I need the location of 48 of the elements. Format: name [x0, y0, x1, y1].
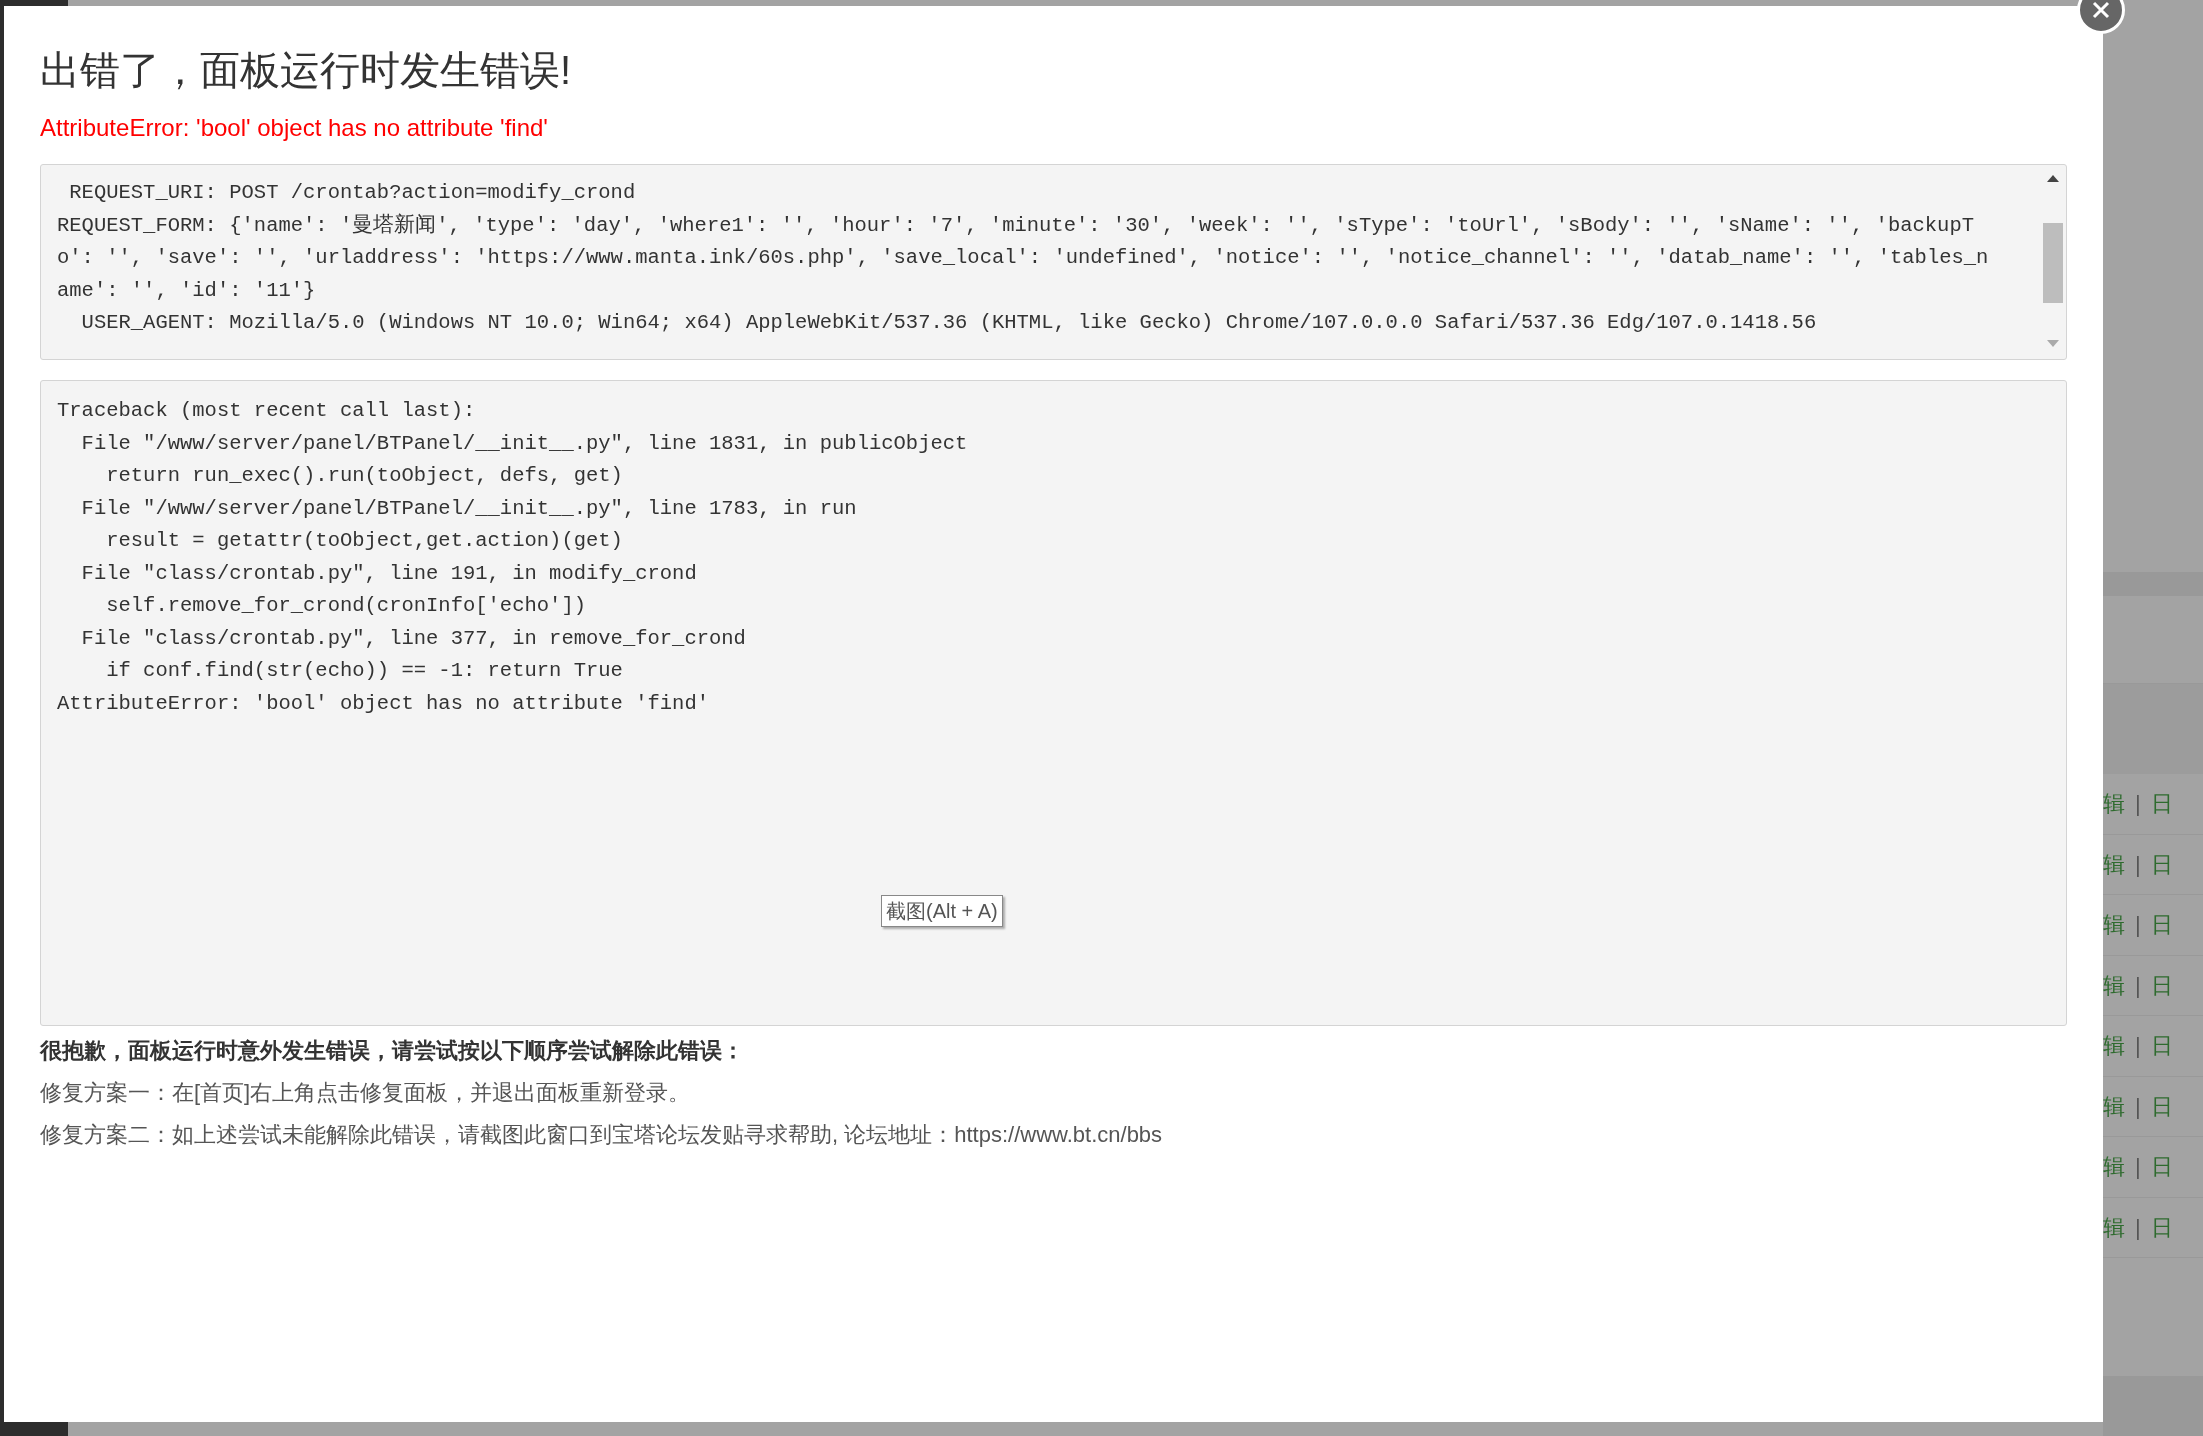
log-link[interactable]: 日 — [2150, 1089, 2173, 1123]
edit-link[interactable]: 辑 — [2103, 908, 2125, 942]
scrollbar-thumb[interactable] — [2043, 223, 2063, 303]
log-link[interactable]: 日 — [2150, 968, 2173, 1002]
log-link[interactable]: 日 — [2150, 1029, 2173, 1063]
separator: | — [2135, 1213, 2141, 1242]
tooltip: 截图(Alt + A) — [881, 895, 1003, 927]
log-link[interactable]: 日 — [2150, 1210, 2173, 1244]
log-link[interactable]: 日 — [2150, 787, 2173, 821]
traceback-line: Traceback (most recent call last): — [57, 398, 476, 424]
request-line: REQUEST_URI: POST /crontab?action=modify_crond — [68, 180, 636, 206]
help-heading: 很抱歉，面板运行时意外发生错误，请尝试按以下顺序尝试解除此错误： — [40, 1037, 745, 1065]
traceback-line: File "class/crontab.py", line 377, in remove_for_crond — [80, 625, 746, 652]
dialog-title: 出错了，面板运行时发生错误! — [40, 47, 573, 94]
edit-link[interactable]: 辑 — [2103, 847, 2125, 881]
traceback-line: File "/www/server/panel/BTPanel/__init__.py", line 1783, in run — [80, 495, 857, 522]
request-line: REQUEST_FORM: {'name': '曼塔新闻', 'type': 'day', 'where1': '', 'hour': '7', 'minute': '30', 'week': '', 'sType': 'toUrl', 'sBody': '', 'sName': '', 'backupT — [57, 212, 1974, 239]
traceback-line: File "class/crontab.py", line 191, in modify_crond — [80, 560, 697, 587]
separator: | — [2135, 790, 2141, 819]
edit-link[interactable]: 辑 — [2103, 968, 2125, 1002]
traceback-line: AttributeError: 'bool' object has no attribute 'find' — [57, 690, 709, 717]
separator: | — [2135, 971, 2141, 1000]
request-line: USER_AGENT: Mozilla/5.0 (Windows NT 10.0; Win64; x64) AppleWebKit/537.36 (KHTML, like Gecko) Chrome/107.0.0.0 Safari/537.36 Edg/107.0.1418.56 — [80, 310, 1817, 336]
traceback-line: File "/www/server/panel/BTPanel/__init__.py", line 1831, in publicObject — [80, 430, 968, 457]
separator: | — [2135, 850, 2141, 879]
log-link[interactable]: 日 — [2150, 847, 2173, 881]
close-icon[interactable] — [2091, 0, 2111, 20]
edit-link[interactable]: 辑 — [2103, 1150, 2125, 1184]
traceback-line: self.remove_for_crond(cronInfo['echo']) — [105, 593, 586, 619]
edit-link[interactable]: 辑 — [2103, 1029, 2125, 1063]
help-text: 修复方案一：在[首页]右上角点击修复面板，并退出面板重新登录。 — [40, 1079, 692, 1107]
traceback-line: if conf.find(str(echo)) == -1: return True — [105, 658, 623, 684]
edit-link[interactable]: 辑 — [2103, 1089, 2125, 1123]
separator: | — [2135, 911, 2141, 940]
traceback-line: return run_exec().run(toObject, defs, get) — [105, 463, 623, 489]
traceback-line: result = getattr(toObject,get.action)(get) — [105, 528, 623, 554]
request-line: ame': '', 'id': '11'} — [57, 277, 316, 304]
log-link[interactable]: 日 — [2150, 1150, 2173, 1184]
error-message: AttributeError: 'bool' object has no attribute 'find' — [40, 113, 549, 143]
separator: | — [2135, 1153, 2141, 1182]
edit-link[interactable]: 辑 — [2103, 1210, 2125, 1244]
edit-link[interactable]: 辑 — [2103, 787, 2125, 821]
request-line: o': '', 'save': '', 'urladdress': 'https://www.manta.ink/60s.php', 'save_local': 'undefined', 'notice': '', 'notice_channel': '', 'datab_name': '', 'tables_n — [57, 245, 1989, 271]
log-link[interactable]: 日 — [2150, 908, 2173, 942]
scroll-up-icon[interactable] — [2046, 173, 2060, 183]
separator: | — [2135, 1092, 2141, 1121]
help-text: 修复方案二：如上述尝试未能解除此错误，请截图此窗口到宝塔论坛发贴寻求帮助, 论坛地址：https://www.bt.cn/bbs — [40, 1121, 1164, 1149]
separator: | — [2135, 1032, 2141, 1061]
